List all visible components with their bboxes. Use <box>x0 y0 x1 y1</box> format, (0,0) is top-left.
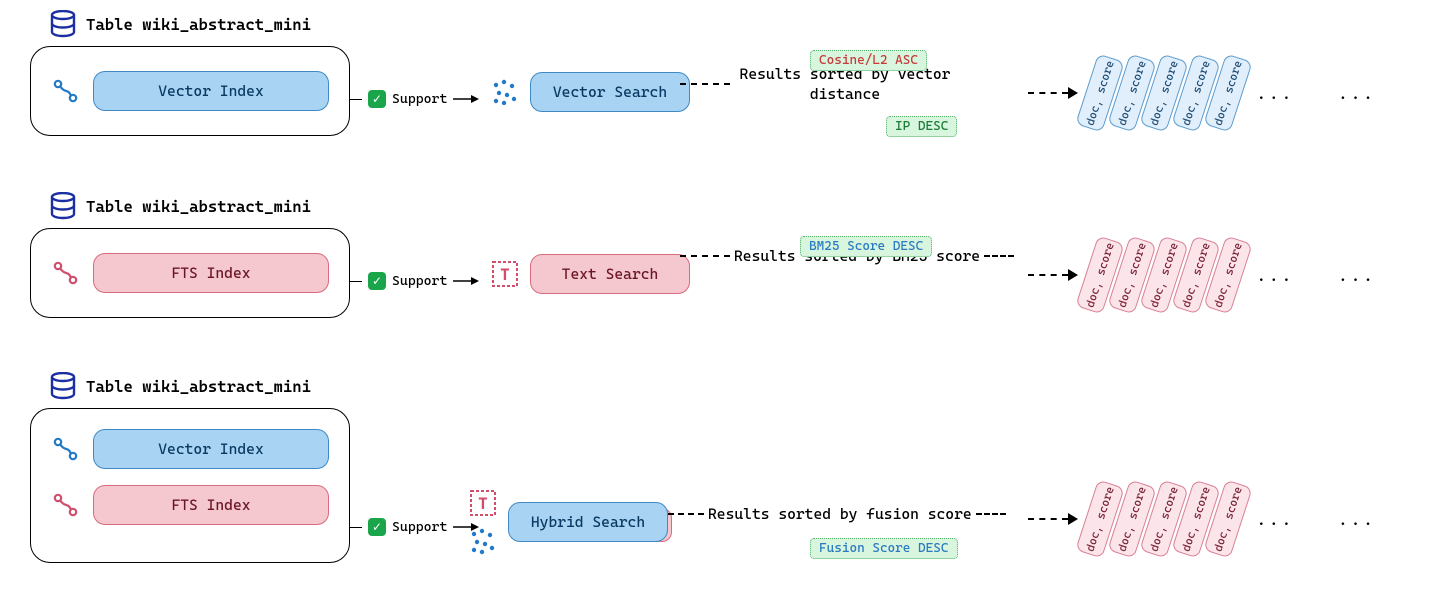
index-row: Vector Index <box>51 429 329 469</box>
check-icon: ✓ <box>368 272 386 290</box>
check-icon: ✓ <box>368 90 386 108</box>
table-header: Table wiki_abstract_mini <box>50 372 311 400</box>
route-icon <box>51 434 81 464</box>
tag-bm25: BM25 Score DESC <box>800 236 932 257</box>
tag-ip: IP DESC <box>886 116 957 137</box>
boxed-t-icon <box>490 259 520 289</box>
search-pill-vector: Vector Search <box>530 72 690 112</box>
dashed-arrow-icon <box>1028 513 1078 525</box>
index-row: FTS Index <box>51 485 329 525</box>
support-label: Support <box>392 519 447 535</box>
scatter-icon <box>490 77 520 107</box>
docs-segment: doc, score doc, score doc, score doc, sc… <box>1028 482 1438 556</box>
docs-segment: doc, score doc, score doc, score doc, sc… <box>1028 238 1438 312</box>
search-pill-text: Text Search <box>530 254 690 294</box>
index-row: FTS Index <box>51 253 329 293</box>
index-pill-vector: Vector Index <box>93 71 329 111</box>
search-segment: Text Search <box>490 254 690 294</box>
diagram-row-hybrid: Table wiki_abstract_mini Vector Index FT… <box>0 372 1440 592</box>
table-label: Table wiki_abstract_mini <box>86 377 311 396</box>
search-pill-hybrid: Hybrid Search <box>508 502 668 542</box>
table-label: Table wiki_abstract_mini <box>86 197 311 216</box>
doc-chips: doc, score doc, score doc, score doc, sc… <box>1086 238 1242 312</box>
diagram-row-vector: Table wiki_abstract_mini Vector Index ✓ … <box>0 10 1440 180</box>
search-segment: Vector Search <box>490 72 690 112</box>
index-row: Vector Index <box>51 71 329 111</box>
arrow-icon <box>453 276 479 286</box>
search-icon-stack <box>468 488 498 556</box>
boxed-t-icon <box>468 488 498 518</box>
route-icon <box>51 490 81 520</box>
docs-segment: doc, score doc, score doc, score doc, sc… <box>1028 56 1438 130</box>
result-segment: Results sorted by fusion score <box>668 504 1048 524</box>
index-pill-fts: FTS Index <box>93 485 329 525</box>
ellipsis: ... <box>1250 265 1300 286</box>
dashed-arrow-icon <box>1028 87 1078 99</box>
scatter-icon <box>468 526 498 556</box>
doc-chips: doc, score doc, score doc, score doc, sc… <box>1086 56 1242 130</box>
support-segment: ✓ Support <box>350 272 479 290</box>
check-icon: ✓ <box>368 518 386 536</box>
dashed-arrow-icon <box>1028 269 1078 281</box>
tag-cosine: Cosine/L2 ASC <box>810 50 927 71</box>
route-icon <box>51 76 81 106</box>
index-pill-fts: FTS Index <box>93 253 329 293</box>
index-pill-vector: Vector Index <box>93 429 329 469</box>
ellipsis-extra: ... <box>1332 265 1382 286</box>
table-header: Table wiki_abstract_mini <box>50 192 311 220</box>
table-box: Vector Index FTS Index <box>30 408 350 563</box>
database-icon <box>50 10 76 38</box>
search-segment: Hybrid Search <box>468 488 668 556</box>
table-box: Vector Index <box>30 46 350 136</box>
database-icon <box>50 372 76 400</box>
ellipsis-extra: ... <box>1332 83 1382 104</box>
arrow-icon <box>453 94 479 104</box>
database-icon <box>50 192 76 220</box>
table-box: FTS Index <box>30 228 350 318</box>
ellipsis: ... <box>1250 83 1300 104</box>
ellipsis-extra: ... <box>1332 509 1382 530</box>
support-label: Support <box>392 273 447 289</box>
support-label: Support <box>392 91 447 107</box>
route-icon <box>51 258 81 288</box>
result-text: Results sorted by fusion score <box>704 504 976 524</box>
table-header: Table wiki_abstract_mini <box>50 10 311 38</box>
table-label: Table wiki_abstract_mini <box>86 15 311 34</box>
ellipsis: ... <box>1250 509 1300 530</box>
support-segment: ✓ Support <box>350 90 479 108</box>
doc-chips: doc, score doc, score doc, score doc, sc… <box>1086 482 1242 556</box>
tag-fusion: Fusion Score DESC <box>810 538 958 559</box>
support-segment: ✓ Support <box>350 518 479 536</box>
diagram-row-fts: Table wiki_abstract_mini FTS Index ✓ Sup… <box>0 192 1440 362</box>
